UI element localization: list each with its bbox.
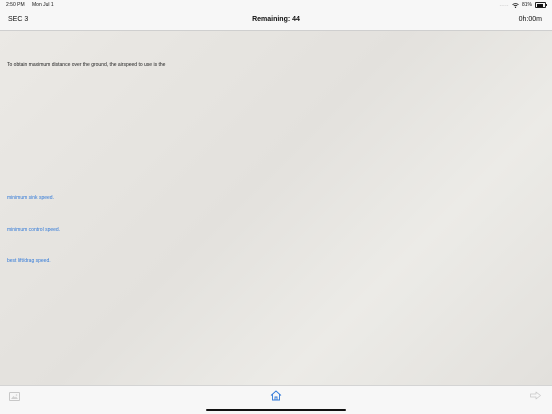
battery-percent: 81%	[521, 2, 532, 8]
status-left: 2:50 PM Mon Jul 1	[6, 2, 60, 8]
question-text: To obtain maximum distance over the grou…	[7, 62, 166, 68]
question-area: To obtain maximum distance over the grou…	[0, 31, 552, 385]
home-icon[interactable]	[270, 390, 282, 401]
section-button[interactable]: SEC 3	[8, 16, 28, 23]
remaining-count: Remaining: 44	[252, 16, 300, 23]
status-right: ..... 81%	[499, 2, 547, 8]
answer-option-1[interactable]: minimum sink speed.	[7, 195, 54, 201]
status-date: Mon Jul 1	[32, 2, 54, 8]
timer: 0h:00m	[518, 16, 542, 23]
answer-option-2[interactable]: minimum control speed.	[7, 227, 60, 233]
answer-option-3[interactable]: best lift/drag speed.	[7, 258, 51, 264]
image-icon[interactable]	[9, 392, 20, 401]
bottom-toolbar	[0, 385, 552, 414]
next-arrow-icon[interactable]	[530, 391, 542, 400]
battery-level	[536, 3, 544, 7]
status-time: 2:50 PM	[6, 2, 25, 8]
cellular-signal-icon: .....	[499, 2, 509, 8]
wifi-icon	[512, 2, 519, 8]
nav-bar: Remaining: 44 SEC 3 0h:00m	[0, 10, 552, 31]
status-bar: 2:50 PM Mon Jul 1 ..... 81%	[0, 0, 552, 10]
home-indicator	[206, 409, 346, 411]
battery-icon	[535, 2, 547, 8]
battery-tip	[545, 4, 547, 6]
